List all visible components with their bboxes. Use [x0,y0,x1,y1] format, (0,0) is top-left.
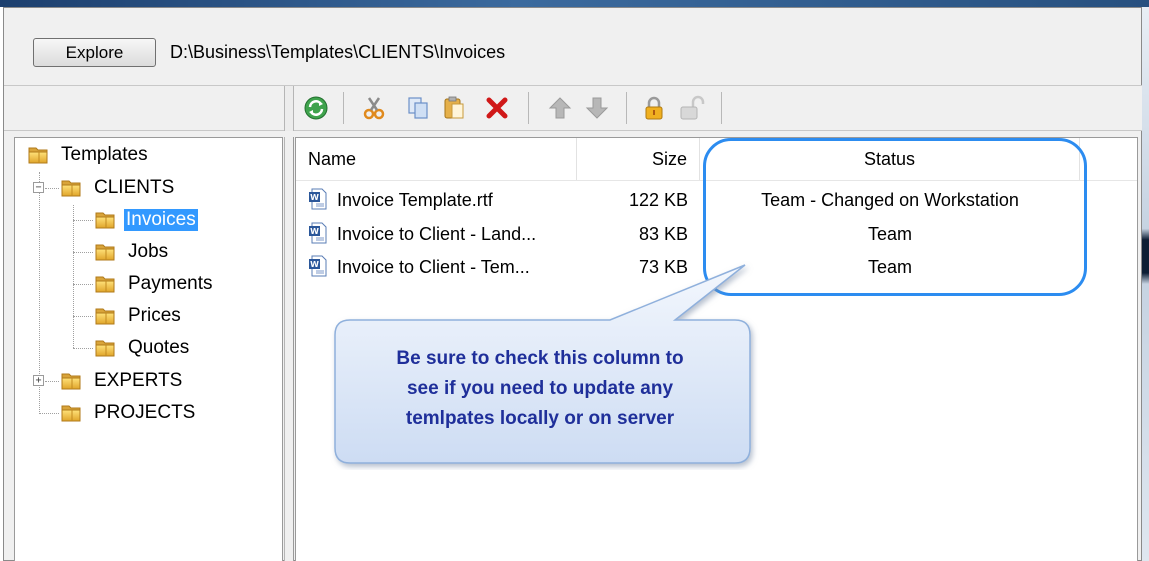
file-status: Team - Changed on Workstation [761,190,1019,210]
folder-icon [94,305,116,327]
paste-icon[interactable] [441,95,467,121]
tree-line [73,252,93,253]
file-name[interactable]: Invoice Template.rtf [337,188,493,212]
toolbar-separator [528,92,529,124]
title-bar [0,0,1149,7]
tree-item-experts[interactable]: EXPERTS [60,368,184,394]
toolbar [4,85,1142,131]
callout-line: Be sure to check this column to [396,348,684,369]
folder-icon [94,273,116,295]
tree-item-invoices[interactable]: Invoices [94,207,198,233]
folder-icon [94,241,116,263]
column-header-name[interactable]: Name [296,138,577,180]
expand-toggle[interactable]: + [33,375,44,386]
file-size: 83 KB [638,224,688,244]
collapse-toggle[interactable]: − [33,182,44,193]
toolbar-splitter [284,86,294,131]
unlock-icon[interactable] [679,95,705,121]
tree-line [39,413,59,414]
tree-line [73,220,93,221]
toolbar-separator [343,92,344,124]
tree-item-label: Jobs [128,241,169,262]
folder-icon [94,209,116,231]
tree-item-projects[interactable]: PROJECTS [60,400,197,426]
folder-icon [94,337,116,359]
tree-item-prices[interactable]: Prices [94,303,183,329]
cut-icon[interactable] [361,95,387,121]
folder-icon [60,177,82,199]
tree-item-templates[interactable]: Templates [27,142,150,168]
toolbar-separator [721,92,722,124]
tree-item-label-selected: Invoices [124,209,198,231]
header-divider [296,180,1137,181]
folder-icon [60,402,82,424]
file-status: Team [867,257,912,277]
tree-item-jobs[interactable]: Jobs [94,239,170,265]
file-status: Team [867,224,912,244]
callout-text: Be sure to check this column to see if y… [337,344,743,434]
column-header-status[interactable]: Status [700,138,1080,180]
move-up-icon[interactable] [547,95,573,121]
window-edge [1142,7,1149,561]
tree-item-label: Prices [128,305,181,326]
tree-line [45,381,59,382]
current-path: D:\Business\Templates\CLIENTS\Invoices [170,42,506,62]
toolbar-separator [626,92,627,124]
tree-item-payments[interactable]: Payments [94,271,214,297]
tree-line [45,188,59,189]
callout-line: see if you need to update any [406,378,674,399]
tree-line [73,205,74,348]
word-document-icon [308,255,328,277]
tree-item-label: Templates [61,144,148,165]
file-name[interactable]: Invoice to Client - Land... [337,222,536,246]
word-document-icon [308,222,328,244]
folder-icon [60,370,82,392]
callout-line: temlpates locally or on server [405,408,675,429]
move-down-icon[interactable] [584,95,610,121]
folder-icon [27,144,49,166]
tree-item-label: PROJECTS [94,402,196,423]
copy-icon[interactable] [405,95,431,121]
word-document-icon [308,188,328,210]
refresh-icon[interactable] [303,95,329,121]
tree-item-label: CLIENTS [94,177,175,198]
delete-icon[interactable] [484,95,510,121]
explore-button[interactable]: Explore [33,38,156,67]
file-size: 122 KB [628,190,688,210]
tree-item-quotes[interactable]: Quotes [94,335,191,361]
tree-line [73,348,93,349]
lock-icon[interactable] [641,95,667,121]
tree-item-clients[interactable]: CLIENTS [60,175,176,201]
pane-splitter[interactable] [284,137,294,561]
tree-item-label: Quotes [128,337,190,358]
tree-item-label: EXPERTS [94,370,183,391]
tree-line [73,284,93,285]
tree-line [73,316,93,317]
tree-item-label: Payments [128,273,213,294]
column-header-size[interactable]: Size [577,138,700,180]
